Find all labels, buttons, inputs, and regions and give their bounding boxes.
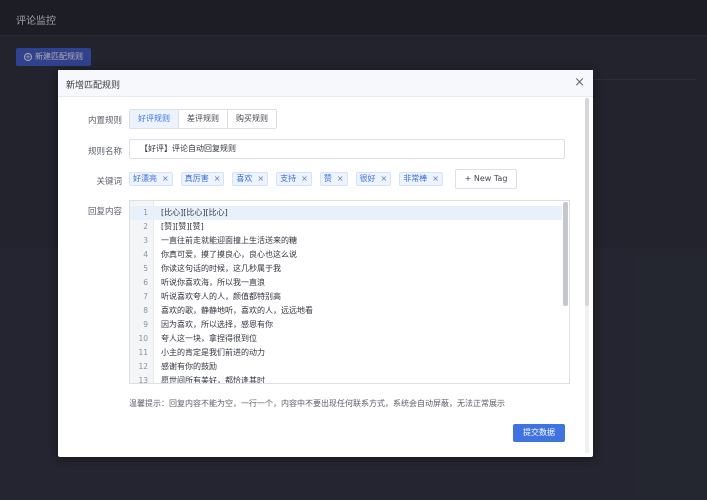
- editor-line[interactable]: 3 一直往前走就能迎面撞上生活送来的糖: [130, 234, 562, 248]
- rule-name-input[interactable]: 【好评】评论自动回复规则: [129, 139, 565, 159]
- editor-line[interactable]: 11 小主的肯定是我们前进的动力: [130, 346, 562, 360]
- option-good-review[interactable]: 好评规则: [130, 110, 179, 128]
- rule-name-label: 规则名称: [87, 147, 122, 157]
- new-tag-button[interactable]: + New Tag: [455, 169, 517, 189]
- tag-close-icon[interactable]: ×: [432, 173, 439, 185]
- keyword-tag: 支持 ×: [276, 172, 312, 186]
- editor-line[interactable]: 1 [比心][比心][比心]: [130, 206, 562, 220]
- keyword-tag: 非常棒 ×: [399, 172, 443, 186]
- submit-button[interactable]: 提交数据: [513, 424, 565, 442]
- line-number: 1: [143, 208, 148, 217]
- tag-label: 非常棒: [403, 174, 428, 183]
- new-rule-dialog: 新增匹配规则 × 内置规则 好评规则 差评规则 购买规则 规则名称 【好评】评论…: [58, 70, 593, 457]
- dialog-title: 新增匹配规则: [66, 81, 121, 91]
- editor-line[interactable]: 7 听说喜欢夸人的人，颜值都特别高: [130, 290, 562, 304]
- tag-label: 好漂亮: [133, 174, 157, 183]
- keyword-tag: 赞 ×: [319, 172, 348, 186]
- keyword-tag: 喜欢 ×: [232, 172, 269, 186]
- line-text: 夸人这一块，拿捏得很到位: [161, 334, 257, 343]
- line-number: 13: [138, 376, 148, 384]
- line-text: 喜欢的歌，静静地听，喜欢的人，远远地看: [161, 306, 313, 315]
- tip-text: 温馨提示：回复内容不能为空，一行一个，内容中不要出现任何联系方式，系统会自动屏蔽…: [129, 399, 505, 408]
- editor-line[interactable]: 2 [赞][赞][赞]: [130, 220, 562, 234]
- line-text: [赞][赞][赞]: [161, 222, 204, 231]
- line-text: 愿世间所有美好，都恰逢其时: [161, 376, 265, 384]
- dialog-header: 新增匹配规则 ×: [58, 70, 593, 97]
- keyword-tag: 好漂亮 ×: [129, 172, 173, 186]
- tag-label: 支持: [280, 174, 297, 183]
- line-text: 你读这句话的时候，这几秒属于我: [161, 264, 281, 273]
- line-text: [比心][比心][比心]: [161, 208, 228, 217]
- line-text: 因为喜欢，所以选择，感恩有你: [161, 320, 273, 329]
- editor-line[interactable]: 6 听说你喜欢海，所以我一直浪: [130, 276, 562, 290]
- editor-scrollbar[interactable]: [563, 202, 568, 383]
- tag-close-icon[interactable]: ×: [162, 173, 169, 185]
- option-purchase[interactable]: 购买规则: [227, 110, 276, 128]
- line-number: 5: [143, 264, 148, 273]
- tag-close-icon[interactable]: ×: [337, 173, 344, 185]
- line-text: 听说喜欢夸人的人，颜值都特别高: [161, 292, 281, 301]
- option-bad-review[interactable]: 差评规则: [178, 110, 227, 128]
- line-number: 3: [143, 236, 148, 245]
- line-number: 10: [138, 334, 148, 343]
- dialog-scroll-thumb[interactable]: [585, 98, 589, 306]
- keyword-tags: 好漂亮 × 真厉害 × 喜欢 × 支持 × 赞 × 很好 × 非常棒 ×: [129, 169, 451, 189]
- line-number: 11: [138, 348, 148, 357]
- reply-content-label: 回复内容: [87, 207, 122, 217]
- keyword-tag: 很好 ×: [355, 172, 392, 186]
- line-number: 6: [143, 278, 148, 287]
- tag-close-icon[interactable]: ×: [301, 173, 308, 185]
- editor-scroll-thumb[interactable]: [563, 202, 568, 306]
- editor-line[interactable]: 5 你读这句话的时候，这几秒属于我: [130, 262, 562, 276]
- keywords-label: 关键词: [96, 177, 122, 187]
- tag-close-icon[interactable]: ×: [381, 173, 388, 185]
- line-text: 小主的肯定是我们前进的动力: [161, 348, 265, 357]
- line-number: 4: [143, 250, 148, 259]
- builtin-rule-selector: 好评规则 差评规则 购买规则: [129, 109, 277, 129]
- tag-label: 真厉害: [184, 174, 209, 183]
- editor-line[interactable]: 10 夸人这一块，拿捏得很到位: [130, 332, 562, 346]
- keyword-tag: 真厉害 ×: [180, 172, 225, 186]
- editor-line[interactable]: 8 喜欢的歌，静静地听，喜欢的人，远远地看: [130, 304, 562, 318]
- tag-close-icon[interactable]: ×: [257, 173, 264, 185]
- close-icon[interactable]: ×: [574, 76, 585, 89]
- tag-label: 喜欢: [236, 174, 253, 183]
- line-number: 9: [143, 320, 148, 329]
- dialog-scrollbar[interactable]: [585, 98, 589, 453]
- line-text: 一直往前走就能迎面撞上生活送来的糖: [161, 236, 297, 245]
- line-number: 7: [143, 292, 148, 301]
- reply-content-editor[interactable]: 1 [比心][比心][比心] 2 [赞][赞][赞] 3 一直往前走就能迎面撞上生活送来的…: [129, 200, 570, 384]
- line-number: 2: [143, 222, 148, 231]
- line-text: 感谢有你的鼓励: [161, 362, 217, 371]
- tag-label: 很好: [359, 174, 376, 183]
- editor-line[interactable]: 9 因为喜欢，所以选择，感恩有你: [130, 318, 562, 332]
- editor-line[interactable]: 13 愿世间所有美好，都恰逢其时: [130, 374, 562, 384]
- line-number: 8: [143, 306, 148, 315]
- line-text: 听说你喜欢海，所以我一直浪: [161, 278, 265, 287]
- tag-close-icon[interactable]: ×: [214, 173, 221, 185]
- line-number: 12: [138, 362, 148, 371]
- editor-line[interactable]: 4 你真可爱，摸了摸良心，良心也这么说: [130, 248, 562, 262]
- tag-label: 赞: [323, 174, 332, 183]
- editor-line[interactable]: 12 感谢有你的鼓励: [130, 360, 562, 374]
- line-text: 你真可爱，摸了摸良心，良心也这么说: [161, 250, 297, 259]
- builtin-rule-label: 内置规则: [87, 116, 122, 126]
